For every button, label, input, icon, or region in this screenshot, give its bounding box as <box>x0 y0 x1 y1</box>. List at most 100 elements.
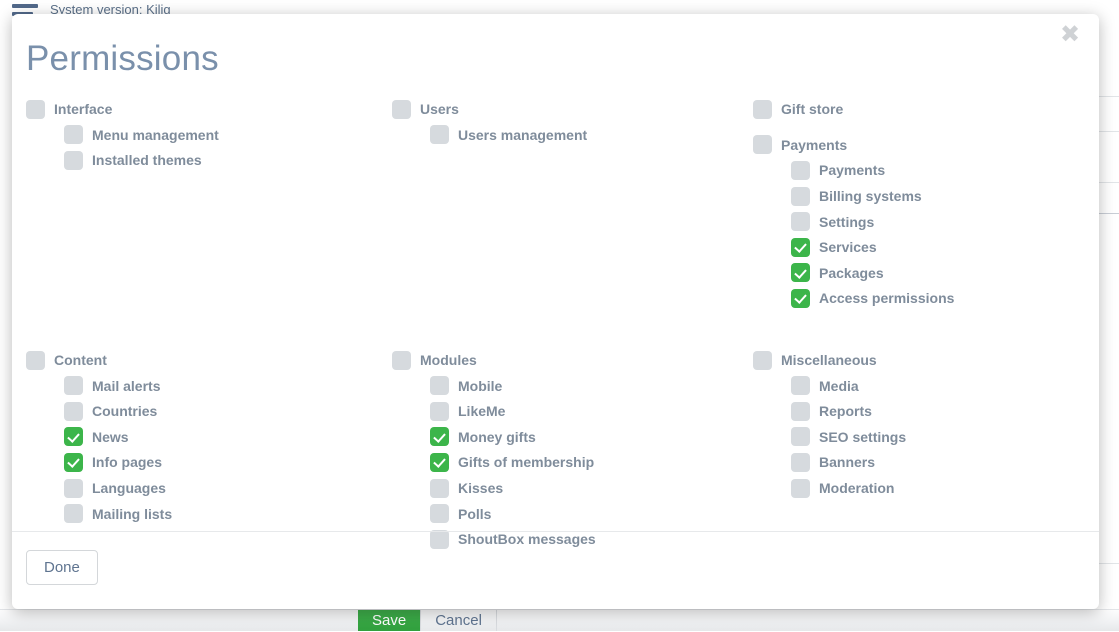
permissions-modal: ✖ Permissions Interface Menu management … <box>12 14 1099 609</box>
permission-row-mobile[interactable]: Mobile <box>392 373 753 399</box>
permission-row-users-management[interactable]: Users management <box>392 122 753 148</box>
checkbox-mail-alerts[interactable] <box>64 376 83 396</box>
permissions-body: Interface Menu management Installed them… <box>12 79 1099 558</box>
permission-row-seo-settings[interactable]: SEO settings <box>753 424 1085 450</box>
checkbox-settings[interactable] <box>791 212 810 232</box>
permission-label: Payments <box>781 136 848 153</box>
permission-label: Banners <box>819 454 876 471</box>
checkbox-news[interactable] <box>64 427 83 447</box>
checkbox-users[interactable] <box>392 99 411 119</box>
checkbox-content[interactable] <box>26 350 45 370</box>
permission-label: LikeMe <box>458 403 506 420</box>
checkbox-languages[interactable] <box>64 478 83 498</box>
permission-label: News <box>92 428 129 445</box>
checkbox-moderation[interactable] <box>791 478 810 498</box>
permission-label: Mail alerts <box>92 377 161 394</box>
permission-row-access-permissions[interactable]: Access permissions <box>753 286 1085 312</box>
permission-label: Access permissions <box>819 290 955 307</box>
permission-row-modules[interactable]: Modules <box>392 347 753 373</box>
checkbox-interface[interactable] <box>26 99 45 119</box>
permission-label: Installed themes <box>92 152 202 169</box>
form-action-bar: Save Cancel <box>0 609 1119 631</box>
done-button[interactable]: Done <box>26 550 98 585</box>
permission-label: Media <box>819 377 859 394</box>
checkbox-installed-themes[interactable] <box>64 150 83 170</box>
checkbox-users-management[interactable] <box>430 125 449 145</box>
permission-group-content: Content Mail alerts Countries News Info … <box>26 347 392 552</box>
checkbox-billing-systems[interactable] <box>791 186 810 206</box>
checkbox-modules[interactable] <box>392 350 411 370</box>
checkbox-mobile[interactable] <box>430 376 449 396</box>
permission-row-content[interactable]: Content <box>26 347 392 373</box>
checkbox-mailing-lists[interactable] <box>64 504 83 524</box>
permission-row-media[interactable]: Media <box>753 373 1085 399</box>
permission-label: Reports <box>819 403 872 420</box>
permission-label: Users management <box>458 126 588 143</box>
close-icon[interactable]: ✖ <box>1057 22 1083 48</box>
modal-footer: Done <box>12 531 1099 609</box>
permission-row-moderation[interactable]: Moderation <box>753 475 1085 501</box>
checkbox-countries[interactable] <box>64 401 83 421</box>
permission-row-menu-management[interactable]: Menu management <box>26 122 392 148</box>
permission-row-mailing-lists[interactable]: Mailing lists <box>26 501 392 527</box>
permission-row-billing-systems[interactable]: Billing systems <box>753 183 1085 209</box>
permission-row-gifts-of-membership[interactable]: Gifts of membership <box>392 450 753 476</box>
checkbox-info-pages[interactable] <box>64 452 83 472</box>
checkbox-services[interactable] <box>791 237 810 257</box>
checkbox-miscellaneous[interactable] <box>753 350 772 370</box>
permission-row-services[interactable]: Services <box>753 234 1085 260</box>
checkbox-seo-settings[interactable] <box>791 427 810 447</box>
permission-label: Countries <box>92 403 158 420</box>
permission-row-packages[interactable]: Packages <box>753 260 1085 286</box>
checkbox-media[interactable] <box>791 376 810 396</box>
permission-row-payments-parent[interactable]: Payments <box>753 132 1085 158</box>
permission-row-gift-store[interactable]: Gift store <box>753 97 1085 123</box>
permission-label: Packages <box>819 264 884 281</box>
permission-row-likeme[interactable]: LikeMe <box>392 398 753 424</box>
checkbox-banners[interactable] <box>791 452 810 472</box>
permission-group-users: Users Users management <box>392 97 753 312</box>
permission-row-languages[interactable]: Languages <box>26 475 392 501</box>
permission-label: Settings <box>819 213 875 230</box>
permission-label: Services <box>819 239 877 256</box>
permission-label: Gifts of membership <box>458 454 595 471</box>
checkbox-payments[interactable] <box>791 160 810 180</box>
permission-row-polls[interactable]: Polls <box>392 501 753 527</box>
permission-row-info-pages[interactable]: Info pages <box>26 450 392 476</box>
checkbox-reports[interactable] <box>791 401 810 421</box>
checkbox-access-permissions[interactable] <box>791 288 810 308</box>
checkbox-polls[interactable] <box>430 504 449 524</box>
checkbox-money-gifts[interactable] <box>430 427 449 447</box>
permission-row-banners[interactable]: Banners <box>753 450 1085 476</box>
permission-label: Miscellaneous <box>781 352 877 369</box>
permission-row-users[interactable]: Users <box>392 97 753 123</box>
permission-row-settings[interactable]: Settings <box>753 209 1085 235</box>
permission-row-mail-alerts[interactable]: Mail alerts <box>26 373 392 399</box>
permission-row-installed-themes[interactable]: Installed themes <box>26 148 392 174</box>
permission-row-kisses[interactable]: Kisses <box>392 475 753 501</box>
permission-label: Info pages <box>92 454 163 471</box>
permission-row-interface[interactable]: Interface <box>26 97 392 123</box>
permission-row-reports[interactable]: Reports <box>753 398 1085 424</box>
permission-label: Menu management <box>92 126 219 143</box>
checkbox-kisses[interactable] <box>430 478 449 498</box>
permission-label: Modules <box>420 352 477 369</box>
permission-label: Users <box>420 101 459 118</box>
checkbox-likeme[interactable] <box>430 401 449 421</box>
checkbox-payments-parent[interactable] <box>753 135 772 155</box>
permission-row-miscellaneous[interactable]: Miscellaneous <box>753 347 1085 373</box>
checkbox-gift-store[interactable] <box>753 99 772 119</box>
permission-label: Polls <box>458 505 492 522</box>
permission-row-countries[interactable]: Countries <box>26 398 392 424</box>
checkbox-gifts-of-membership[interactable] <box>430 452 449 472</box>
permission-group-interface: Interface Menu management Installed them… <box>26 97 392 312</box>
permission-row-money-gifts[interactable]: Money gifts <box>392 424 753 450</box>
save-button[interactable]: Save <box>358 610 421 631</box>
permission-row-news[interactable]: News <box>26 424 392 450</box>
checkbox-menu-management[interactable] <box>64 125 83 145</box>
permission-row-payments[interactable]: Payments <box>753 158 1085 184</box>
checkbox-packages[interactable] <box>791 263 810 283</box>
permission-group-modules: Modules Mobile LikeMe Money gifts Gifts … <box>392 347 753 552</box>
hamburger-bar <box>12 4 38 8</box>
cancel-button[interactable]: Cancel <box>420 610 497 631</box>
